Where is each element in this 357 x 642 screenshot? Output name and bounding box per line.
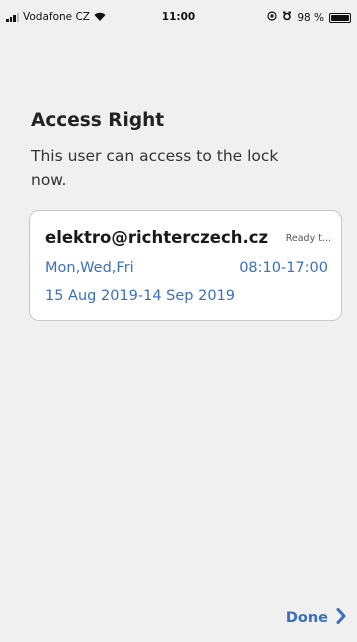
access-days: Mon,Wed,Fri	[45, 260, 134, 276]
done-label: Done	[285, 610, 328, 626]
access-time-range: 08:10-17:00	[239, 260, 328, 276]
status-right: 98 %	[267, 11, 351, 24]
access-date-range: 15 Aug 2019-14 Sep 2019	[45, 288, 236, 304]
battery-percent: 98 %	[297, 11, 324, 24]
done-button[interactable]: Done	[286, 608, 346, 628]
battery-icon	[329, 12, 351, 23]
status-bar: Vodafone CZ 11:00 98 %	[0, 0, 357, 36]
alarm-icon	[282, 11, 292, 24]
chevron-right-icon	[336, 608, 346, 628]
access-card[interactable]: elektro@richterczech.cz Ready t... Mon,W…	[29, 210, 342, 321]
page-title: Access Right	[31, 110, 165, 131]
access-message: This user can access to the lock now.	[31, 147, 279, 189]
access-status: Ready t...	[285, 233, 331, 244]
user-email: elektro@richterczech.cz	[45, 228, 269, 247]
location-icon	[267, 11, 277, 24]
